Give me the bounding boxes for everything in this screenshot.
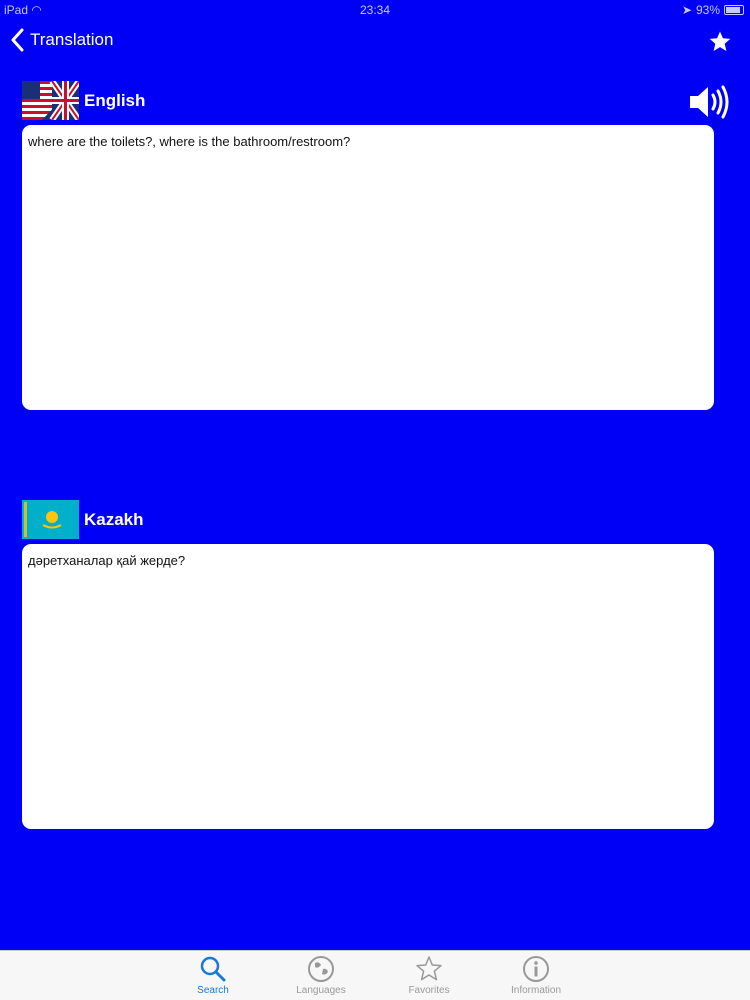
source-language-label: English [84,90,146,110]
navigation-bar: Translation [0,26,750,58]
tab-languages-label: Languages [296,985,346,996]
target-language-label: Kazakh [84,509,144,529]
status-bar: iPad ◠ 23:34 ➤ 93% [0,0,750,20]
battery-icon [724,5,744,15]
status-right: ➤ 93% [682,3,744,17]
target-language-header: Kazakh [22,500,144,539]
status-time: 23:34 [359,3,391,17]
tab-favorites[interactable]: Favorites [389,955,469,996]
source-text-box[interactable]: where are the toilets?, where is the bat… [22,125,714,410]
target-text-box[interactable]: дəретханалар қай жерде? [22,544,714,829]
search-icon [200,956,226,982]
kazakhstan-flag-icon [22,500,79,539]
target-text: дəретханалар қай жерде? [28,553,186,568]
star-icon [416,956,442,981]
tab-favorites-label: Favorites [408,985,450,996]
speaker-button[interactable] [688,84,730,120]
battery-percent: 93% [695,3,720,17]
tab-bar: Search Languages Favorites Information [0,950,750,1000]
tab-information[interactable]: Information [496,955,576,996]
source-text: where are the toilets?, where is the bat… [28,134,351,149]
tab-search[interactable]: Search [173,955,253,996]
tab-search-label: Search [197,985,229,996]
info-icon [523,956,549,982]
chevron-left-icon [11,28,24,52]
source-language-header: English [22,81,145,120]
back-label: Translation [30,30,114,49]
location-icon: ➤ [681,3,692,17]
us-uk-flag-icon [22,81,79,120]
back-button[interactable]: Translation [10,28,113,52]
favorite-star-button[interactable] [708,30,732,54]
tab-languages[interactable]: Languages [281,955,361,996]
tab-information-label: Information [510,985,562,996]
globe-icon [308,956,334,982]
